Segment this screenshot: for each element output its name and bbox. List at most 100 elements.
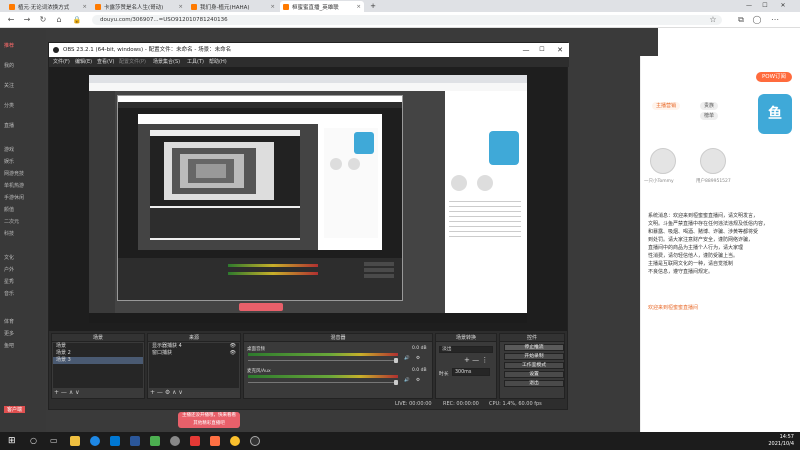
nav-item[interactable]: 分类: [4, 102, 14, 109]
store-icon[interactable]: [110, 436, 120, 446]
nav-item[interactable]: 文化: [4, 254, 14, 261]
menu-edit[interactable]: 编辑(E): [75, 57, 92, 67]
scene-item-selected[interactable]: 场景 3: [53, 357, 143, 364]
browser-tab-active[interactable]: 桓蜜蜜直播_英雄联 ×: [280, 1, 364, 12]
nav-item[interactable]: 户外: [4, 266, 14, 273]
forward-icon[interactable]: →: [22, 15, 32, 25]
new-tab-button[interactable]: +: [366, 0, 380, 12]
search-icon[interactable]: ○: [30, 436, 40, 446]
menu-scene-collection[interactable]: 场景集合(S): [153, 57, 180, 67]
nav-item[interactable]: 娱乐: [4, 158, 14, 165]
nav-item[interactable]: 关注: [4, 82, 14, 89]
volume-knob[interactable]: [394, 358, 398, 363]
system-clock[interactable]: 14:57 2021/10/4: [768, 434, 794, 448]
nav-item[interactable]: 直播: [4, 122, 14, 129]
follow-button[interactable]: POW订阅: [756, 72, 792, 82]
nav-item[interactable]: 音乐: [4, 290, 14, 297]
nav-item[interactable]: 网游竞技: [4, 170, 24, 177]
gear-icon[interactable]: ⚙: [416, 356, 420, 361]
obs-maximize-button[interactable]: ☐: [535, 43, 549, 57]
source-controls[interactable]: + — ⚙ ∧ ∨: [150, 389, 183, 397]
nav-item[interactable]: 客户端: [4, 406, 26, 413]
nav-item[interactable]: 二次元: [4, 218, 19, 225]
obs-preview-area[interactable]: [49, 67, 567, 331]
start-recording-button[interactable]: 开始录制: [504, 353, 564, 360]
settings-button[interactable]: 设置: [504, 371, 564, 378]
profile-icon[interactable]: ◯: [752, 15, 762, 25]
volume-slider[interactable]: [248, 380, 398, 385]
speaker-icon[interactable]: 🔊: [404, 356, 410, 361]
close-tab-icon[interactable]: ×: [356, 4, 361, 10]
nav-item[interactable]: 星秀: [4, 278, 14, 285]
browser-tab[interactable]: 植元·无论词浓换方式 ×: [6, 1, 90, 12]
edge-icon[interactable]: [90, 436, 100, 446]
address-input[interactable]: douyu.com/306907...=USO912010781240136: [92, 15, 722, 25]
obs-taskbar-icon[interactable]: [250, 436, 260, 446]
app-icon[interactable]: [150, 436, 160, 446]
transition-controls[interactable]: + — ⋮: [464, 356, 488, 364]
scene-item[interactable]: 场景: [53, 343, 143, 350]
duration-input[interactable]: 300ms: [452, 368, 490, 376]
avatar[interactable]: [650, 148, 676, 174]
exit-button[interactable]: 退出: [504, 380, 564, 387]
more-menu-icon[interactable]: ⋯: [770, 15, 780, 25]
nav-item[interactable]: 推荐: [4, 42, 14, 49]
app-icon[interactable]: [190, 436, 200, 446]
windows-start-icon[interactable]: ⊞: [8, 436, 18, 446]
source-item[interactable]: 显示器捕获 4 👁: [149, 343, 239, 350]
scene-item[interactable]: 场景 2: [53, 350, 143, 357]
rank-chip[interactable]: 贵族: [700, 102, 719, 110]
source-item[interactable]: 窗口捕获 👁: [149, 350, 239, 357]
visibility-eye-icon[interactable]: 👁: [230, 343, 239, 350]
avatar[interactable]: [700, 148, 726, 174]
close-tab-icon[interactable]: ×: [178, 4, 183, 10]
close-tab-icon[interactable]: ×: [82, 4, 87, 10]
menu-view[interactable]: 查看(V): [97, 57, 114, 67]
volume-knob[interactable]: [394, 380, 398, 385]
app-icon[interactable]: [230, 436, 240, 446]
close-window-button[interactable]: ✕: [776, 0, 790, 12]
nav-item[interactable]: 体育: [4, 318, 14, 325]
gear-icon[interactable]: ⚙: [416, 378, 420, 383]
app-icon[interactable]: [210, 436, 220, 446]
browser-tab[interactable]: 我们身-植元(HAHA) ×: [188, 1, 278, 12]
menu-file[interactable]: 文件(F): [53, 57, 70, 67]
reload-icon[interactable]: ↻: [38, 15, 48, 25]
obs-minimize-button[interactable]: —: [519, 43, 533, 57]
studio-mode-button[interactable]: 工作室模式: [504, 362, 564, 369]
back-icon[interactable]: ←: [6, 15, 16, 25]
file-explorer-icon[interactable]: [70, 436, 80, 446]
app-icon[interactable]: [170, 436, 180, 446]
preview-canvas[interactable]: [89, 75, 527, 323]
favorite-star-icon[interactable]: ☆: [708, 15, 718, 25]
nav-item[interactable]: 游戏: [4, 146, 14, 153]
mail-icon[interactable]: [130, 436, 140, 446]
nav-item[interactable]: 单机热游: [4, 182, 24, 189]
nav-item[interactable]: 手游休闲: [4, 194, 24, 201]
task-view-icon[interactable]: ▭: [50, 436, 60, 446]
volume-slider[interactable]: [248, 358, 398, 363]
visibility-eye-icon[interactable]: 👁: [230, 350, 239, 357]
menu-help[interactable]: 帮助(H): [209, 57, 227, 67]
notice-bubble[interactable]: 主播还没开播哦，快来看看 其他精彩直播吧: [178, 412, 240, 428]
close-tab-icon[interactable]: ×: [270, 4, 275, 10]
nav-item[interactable]: 我的: [4, 62, 14, 69]
obs-close-button[interactable]: ✕: [553, 43, 567, 57]
nav-item[interactable]: 鱼吧: [4, 342, 14, 349]
collections-icon[interactable]: ⧉: [736, 15, 746, 25]
stop-streaming-button[interactable]: 停止推流: [504, 344, 564, 351]
minimize-button[interactable]: —: [742, 0, 756, 12]
nav-item[interactable]: 科技: [4, 230, 14, 237]
transition-select[interactable]: 淡出: [439, 346, 493, 353]
maximize-button[interactable]: ☐: [758, 0, 772, 12]
browser-tab[interactable]: 卡露莎赞是名人生(哥动) ×: [92, 1, 186, 12]
menu-profile[interactable]: 配置文件(P): [119, 57, 146, 67]
scene-controls[interactable]: + — ∧ ∨: [54, 389, 80, 397]
nav-item[interactable]: 颜值: [4, 206, 14, 213]
rank-chip[interactable]: 主播营销: [652, 102, 681, 110]
rank-chip[interactable]: 榜单: [700, 112, 719, 120]
menu-tools[interactable]: 工具(T): [187, 57, 204, 67]
home-icon[interactable]: ⌂: [54, 15, 64, 25]
speaker-icon[interactable]: 🔊: [404, 378, 410, 383]
nav-item[interactable]: 更多: [4, 330, 14, 337]
